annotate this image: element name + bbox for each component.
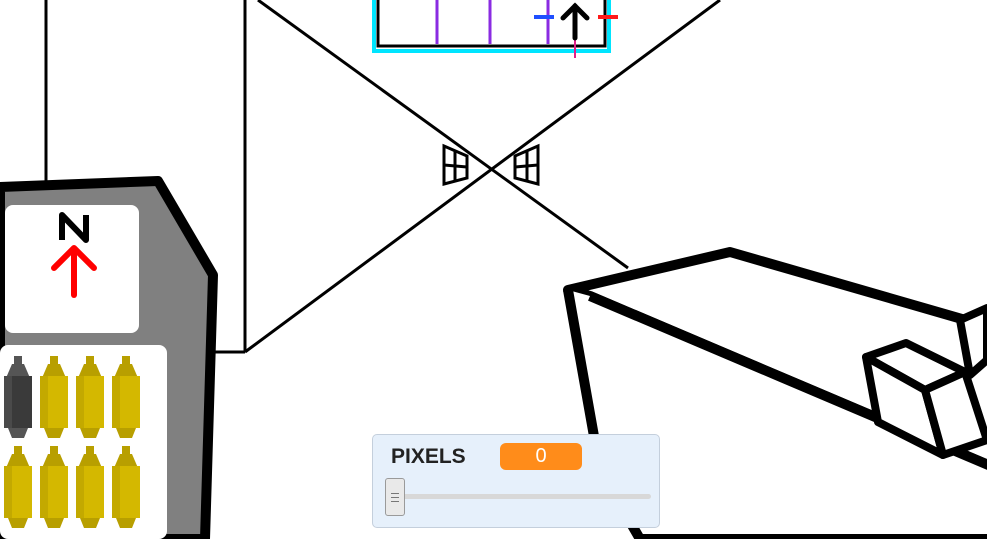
monitor-value: 0: [500, 443, 582, 470]
far-window-right: [513, 143, 540, 186]
hud-panel: [0, 176, 218, 539]
slider-thumb[interactable]: [385, 478, 405, 516]
wall-painting: [372, 0, 618, 58]
pixels-monitor: PIXELS 0: [372, 434, 660, 528]
far-window-left: [442, 143, 469, 186]
slider-track[interactable]: [395, 494, 651, 499]
monitor-label: PIXELS: [391, 445, 466, 468]
